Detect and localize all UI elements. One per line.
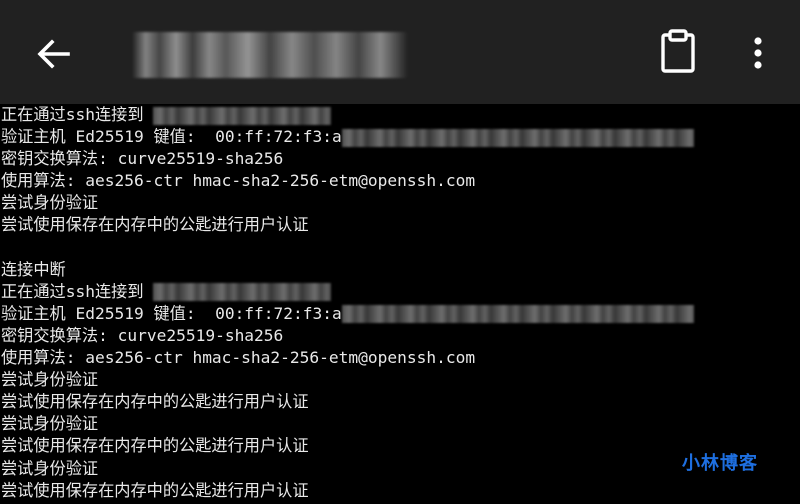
arrow-left-icon: [32, 32, 76, 76]
terminal-line-text: 尝试身份验证: [1, 193, 99, 213]
terminal-line: 验证主机 Ed25519 键值: 00:ff:72:f3:a: [0, 303, 800, 325]
app-toolbar: [0, 0, 800, 104]
terminal-line: 尝试使用保存在内存中的公匙进行用户认证: [0, 480, 800, 502]
terminal-line-text: 尝试使用保存在内存中的公匙进行用户认证: [1, 436, 309, 456]
terminal-line: 连接中断: [0, 259, 800, 281]
terminal-line-text: 验证主机 Ed25519 键值: 00:ff:72:f3:a: [1, 127, 342, 147]
terminal-line-text: 正在通过ssh连接到: [1, 105, 154, 124]
terminal-line-text: 正在通过ssh连接到: [1, 281, 154, 301]
terminal-line: 正在通过ssh连接到: [0, 281, 800, 303]
terminal-line-text: 连接中断: [1, 259, 66, 279]
terminal-line-text: 使用算法: aes256-ctr hmac-sha2-256-etm@opens…: [1, 348, 476, 368]
terminal-line: 尝试身份验证: [0, 192, 800, 214]
terminal-line-text: 尝试使用保存在内存中的公匙进行用户认证: [1, 215, 309, 235]
terminal-line: 验证主机 Ed25519 键值: 00:ff:72:f3:a: [0, 126, 800, 148]
terminal-line: 密钥交换算法: curve25519-sha256: [0, 148, 800, 170]
terminal-line-text: 密钥交换算法: curve25519-sha256: [1, 149, 284, 169]
host-title-redacted: [132, 32, 408, 78]
terminal-line-text: 尝试身份验证: [1, 414, 99, 434]
more-vertical-icon: [746, 32, 770, 76]
terminal-line: 尝试身份验证: [0, 458, 800, 480]
terminal-line-text: 验证主机 Ed25519 键值: 00:ff:72:f3:a: [1, 303, 342, 323]
terminal-line-text: 尝试使用保存在内存中的公匙进行用户认证: [1, 392, 309, 412]
terminal-line: 密钥交换算法: curve25519-sha256: [0, 325, 800, 347]
terminal-line: 尝试使用保存在内存中的公匙进行用户认证: [0, 214, 800, 236]
redacted-block: [341, 128, 694, 147]
terminal-line: 尝试使用保存在内存中的公匙进行用户认证: [0, 391, 800, 413]
terminal-line-text: 尝试身份验证: [1, 370, 99, 390]
terminal-line-text: 尝试使用保存在内存中的公匙进行用户认证: [1, 480, 309, 500]
ssh-terminal-app: 正在通过ssh连接到 验证主机 Ed25519 键值: 00:ff:72:f3:…: [0, 0, 800, 504]
terminal-line: 尝试使用保存在内存中的公匙进行用户认证: [0, 435, 800, 457]
overflow-menu-button[interactable]: [746, 32, 770, 76]
terminal-line-text: 尝试身份验证: [1, 458, 99, 478]
terminal-line: 使用算法: aes256-ctr hmac-sha2-256-etm@opens…: [0, 170, 800, 192]
terminal-line: 正在通过ssh连接到: [0, 104, 800, 126]
terminal-line: 使用算法: aes256-ctr hmac-sha2-256-etm@opens…: [0, 347, 800, 369]
redacted-block: [153, 283, 332, 302]
terminal-line: 尝试身份验证: [0, 413, 800, 435]
terminal-output[interactable]: 正在通过ssh连接到 验证主机 Ed25519 键值: 00:ff:72:f3:…: [0, 104, 800, 504]
redacted-block: [153, 106, 332, 125]
watermark-logo: 小林博客: [682, 453, 758, 474]
terminal-line-text: 使用算法: aes256-ctr hmac-sha2-256-etm@opens…: [1, 171, 476, 191]
terminal-line: 尝试身份验证: [0, 369, 800, 391]
clipboard-button[interactable]: [658, 28, 698, 74]
back-button[interactable]: [32, 32, 76, 76]
terminal-line-text: 密钥交换算法: curve25519-sha256: [1, 325, 284, 345]
redacted-block: [341, 305, 694, 324]
clipboard-icon: [658, 28, 698, 74]
